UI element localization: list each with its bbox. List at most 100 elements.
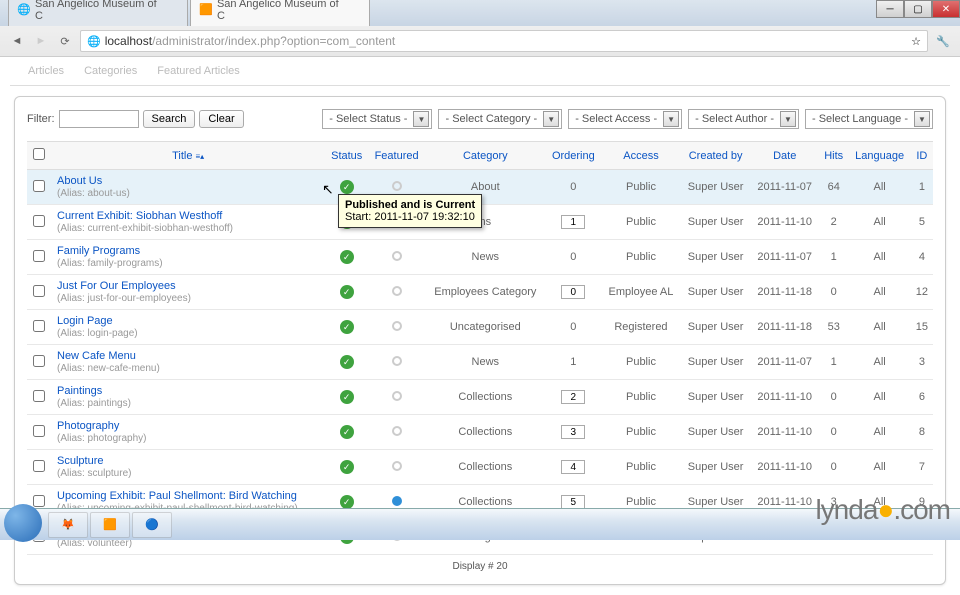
col-category[interactable]: Category bbox=[425, 142, 545, 170]
featured-off-icon[interactable] bbox=[392, 286, 402, 296]
order-input[interactable] bbox=[561, 495, 585, 509]
tab-title: San Angelico Museum of C bbox=[35, 0, 167, 22]
access-cell: Employee AL bbox=[601, 275, 681, 310]
submenu-categories[interactable]: Categories bbox=[76, 61, 145, 81]
order-input[interactable] bbox=[561, 215, 585, 229]
published-icon[interactable]: ✓ bbox=[340, 460, 354, 474]
access-cell: Public bbox=[601, 415, 681, 450]
featured-off-icon[interactable] bbox=[392, 426, 402, 436]
article-title-link[interactable]: Login Page bbox=[57, 315, 113, 327]
featured-off-icon[interactable] bbox=[392, 181, 402, 191]
date-cell: 2011-11-10 bbox=[750, 205, 819, 240]
article-alias: (Alias: family-programs) bbox=[57, 258, 163, 269]
bookmark-icon[interactable]: ☆ bbox=[911, 35, 921, 48]
submenu-articles[interactable]: Articles bbox=[20, 61, 72, 81]
col-access[interactable]: Access bbox=[601, 142, 681, 170]
col-ordering[interactable]: Ordering bbox=[546, 142, 602, 170]
order-input[interactable] bbox=[561, 425, 585, 439]
close-button[interactable]: ✕ bbox=[932, 0, 960, 18]
row-checkbox[interactable] bbox=[33, 250, 45, 262]
filter-selects: - Select Status -▼ - Select Category -▼ … bbox=[322, 109, 933, 129]
author-cell: Super User bbox=[681, 450, 751, 485]
select-all-checkbox[interactable] bbox=[33, 148, 45, 160]
col-check bbox=[27, 142, 51, 170]
row-checkbox[interactable] bbox=[33, 390, 45, 402]
row-checkbox[interactable] bbox=[33, 285, 45, 297]
published-icon[interactable]: ✓ bbox=[340, 425, 354, 439]
published-icon[interactable]: ✓ bbox=[340, 285, 354, 299]
filter-input[interactable] bbox=[59, 110, 139, 128]
featured-star-icon[interactable] bbox=[392, 496, 402, 506]
published-icon[interactable]: ✓ bbox=[340, 250, 354, 264]
col-title[interactable]: Title ≡▴ bbox=[51, 142, 325, 170]
row-checkbox[interactable] bbox=[33, 215, 45, 227]
filter-area: Filter: Search Clear bbox=[27, 110, 244, 128]
article-title-link[interactable]: Photography bbox=[57, 420, 119, 432]
row-checkbox[interactable] bbox=[33, 320, 45, 332]
reload-button[interactable]: ⟳ bbox=[56, 32, 74, 50]
article-title-link[interactable]: About Us bbox=[57, 175, 102, 187]
col-id[interactable]: ID bbox=[911, 142, 933, 170]
author-cell: Super User bbox=[681, 240, 751, 275]
featured-off-icon[interactable] bbox=[392, 391, 402, 401]
published-icon[interactable]: ✓ bbox=[340, 495, 354, 509]
select-language[interactable]: - Select Language -▼ bbox=[805, 109, 933, 129]
col-featured[interactable]: Featured bbox=[368, 142, 425, 170]
select-category[interactable]: - Select Category -▼ bbox=[438, 109, 562, 129]
taskbar-xampp[interactable]: 🟧 bbox=[90, 512, 130, 538]
taskbar-firefox[interactable]: 🦊 bbox=[48, 512, 88, 538]
col-lang[interactable]: Language bbox=[848, 142, 910, 170]
article-title-link[interactable]: Current Exhibit: Siobhan Westhoff bbox=[57, 210, 222, 222]
date-cell: 2011-11-10 bbox=[750, 450, 819, 485]
submenu-featured[interactable]: Featured Articles bbox=[149, 61, 248, 81]
clear-button[interactable]: Clear bbox=[199, 110, 243, 128]
wrench-icon[interactable]: 🔧 bbox=[934, 32, 952, 50]
table-header-row: Title ≡▴ Status Featured Category Orderi… bbox=[27, 142, 933, 170]
featured-off-icon[interactable] bbox=[392, 321, 402, 331]
col-date[interactable]: Date bbox=[750, 142, 819, 170]
published-icon[interactable]: ✓ bbox=[340, 180, 354, 194]
forward-button[interactable]: ► bbox=[32, 32, 50, 50]
published-icon[interactable]: ✓ bbox=[340, 355, 354, 369]
featured-off-icon[interactable] bbox=[392, 251, 402, 261]
article-title-link[interactable]: Just For Our Employees bbox=[57, 280, 176, 292]
row-checkbox[interactable] bbox=[33, 425, 45, 437]
featured-off-icon[interactable] bbox=[392, 461, 402, 471]
order-input[interactable] bbox=[561, 390, 585, 404]
col-hits[interactable]: Hits bbox=[819, 142, 848, 170]
access-cell: Public bbox=[601, 380, 681, 415]
select-access[interactable]: - Select Access -▼ bbox=[568, 109, 682, 129]
browser-tab-0[interactable]: 🌐 San Angelico Museum of C bbox=[8, 0, 188, 26]
category-cell: Employees Category bbox=[425, 275, 545, 310]
row-checkbox[interactable] bbox=[33, 460, 45, 472]
taskbar-chrome[interactable]: 🔵 bbox=[132, 512, 172, 538]
browser-tab-1[interactable]: 🟧 San Angelico Museum of C bbox=[190, 0, 370, 26]
article-title-link[interactable]: Sculpture bbox=[57, 455, 103, 467]
back-button[interactable]: ◄ bbox=[8, 32, 26, 50]
order-input[interactable] bbox=[561, 460, 585, 474]
order-input[interactable] bbox=[561, 285, 585, 299]
published-icon[interactable]: ✓ bbox=[340, 390, 354, 404]
address-bar[interactable]: 🌐 localhost/administrator/index.php?opti… bbox=[80, 30, 928, 52]
featured-off-icon[interactable] bbox=[392, 356, 402, 366]
chevron-down-icon: ▼ bbox=[663, 111, 679, 127]
minimize-button[interactable]: ─ bbox=[876, 0, 904, 18]
pager[interactable]: Display # 20 bbox=[27, 555, 933, 572]
article-title-link[interactable]: Paintings bbox=[57, 385, 102, 397]
select-status[interactable]: - Select Status -▼ bbox=[322, 109, 432, 129]
select-author[interactable]: - Select Author -▼ bbox=[688, 109, 799, 129]
published-icon[interactable]: ✓ bbox=[340, 320, 354, 334]
maximize-button[interactable]: ▢ bbox=[904, 0, 932, 18]
lang-cell: All bbox=[848, 205, 910, 240]
row-checkbox[interactable] bbox=[33, 495, 45, 507]
start-button[interactable] bbox=[4, 504, 42, 542]
col-status[interactable]: Status bbox=[325, 142, 368, 170]
row-checkbox[interactable] bbox=[33, 180, 45, 192]
col-createdby[interactable]: Created by bbox=[681, 142, 751, 170]
row-checkbox[interactable] bbox=[33, 355, 45, 367]
article-title-link[interactable]: Family Programs bbox=[57, 245, 140, 257]
article-title-link[interactable]: New Cafe Menu bbox=[57, 350, 136, 362]
article-title-link[interactable]: Upcoming Exhibit: Paul Shellmont: Bird W… bbox=[57, 490, 297, 502]
search-button[interactable]: Search bbox=[143, 110, 196, 128]
access-cell: Registered bbox=[601, 310, 681, 345]
